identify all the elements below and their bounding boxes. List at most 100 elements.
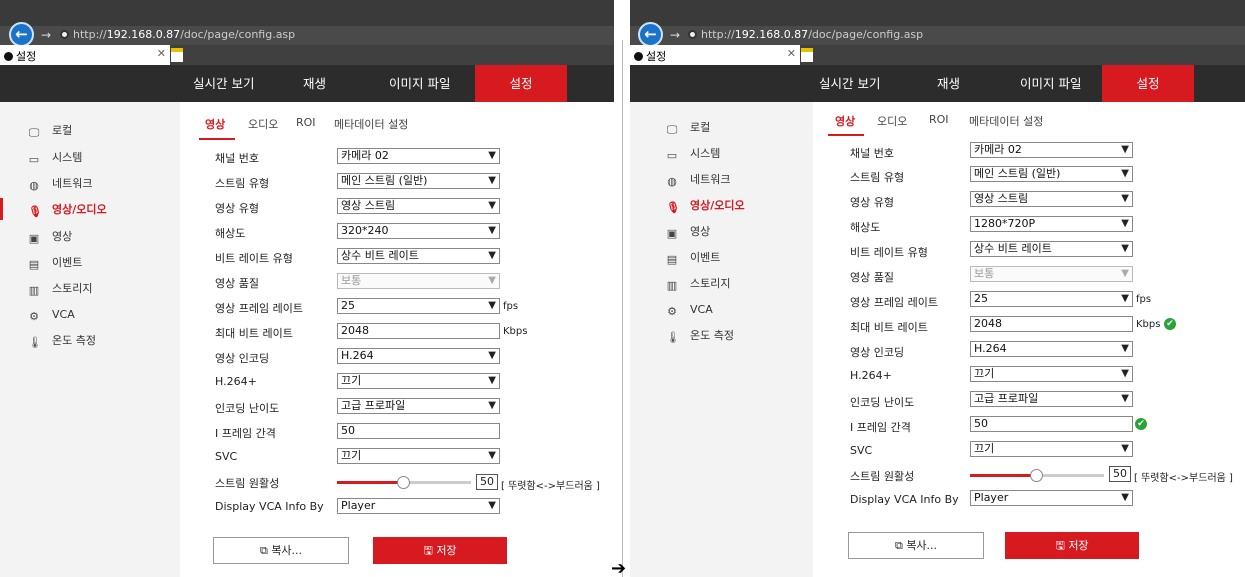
vca-info-select[interactable]: Player ▼ xyxy=(337,498,500,514)
sidebar-item-storage[interactable]: ▥ 스토리지 xyxy=(666,275,731,293)
channel-select[interactable]: 카메라 02 ▼ xyxy=(970,142,1133,158)
url-text[interactable]: http://192.168.0.87/doc/page/config.asp xyxy=(73,28,295,41)
bitrate-type-select[interactable]: 상수 비트 레이트 ▼ xyxy=(337,248,500,264)
screenshot-before: ← → http://192.168.0.87/doc/page/config.… xyxy=(0,0,614,577)
frame-rate-label: 영상 프레임 레이트 xyxy=(215,302,303,315)
main-content: 영상 오디오 ROI 메타데이터 설정 채널 번호 카메라 02 ▼ 스트림 유형… xyxy=(180,102,614,577)
tab-close-icon[interactable]: ✕ xyxy=(157,47,166,60)
channel-select[interactable]: 카메라 02 ▼ xyxy=(337,148,500,164)
active-subtab-underline xyxy=(828,134,864,136)
resolution-select[interactable]: 320*240 ▼ xyxy=(337,223,500,239)
chevron-down-icon: ▼ xyxy=(1121,368,1129,379)
sidebar-item-video-audio[interactable]: 🎙 영상/오디오 xyxy=(666,197,745,215)
tab-metadata[interactable]: 메타데이터 설정 xyxy=(334,116,408,132)
sidebar-item-event[interactable]: ▤ 이벤트 xyxy=(666,249,721,267)
thermometer-icon: 🌡 xyxy=(666,331,680,344)
smoothing-slider-knob[interactable] xyxy=(397,476,410,489)
back-button[interactable]: ← xyxy=(9,22,34,47)
chevron-down-icon: ▼ xyxy=(488,300,496,311)
tab-roi[interactable]: ROI xyxy=(296,116,316,129)
stream-type-select[interactable]: 메인 스트림 (일반) ▼ xyxy=(970,166,1133,182)
nav-picture[interactable]: 이미지 파일 xyxy=(389,65,450,102)
browser-tab[interactable]: 설정 ✕ xyxy=(0,45,170,65)
url-text[interactable]: http://192.168.0.87/doc/page/config.asp xyxy=(701,28,923,41)
forward-button[interactable]: → xyxy=(41,28,51,42)
save-button[interactable]: 🖫 저장 xyxy=(1005,532,1139,559)
tab-roi[interactable]: ROI xyxy=(929,113,949,126)
encoding-label: 영상 인코딩 xyxy=(850,346,905,359)
browser-tab[interactable]: 설정 ✕ xyxy=(630,45,800,65)
nav-live[interactable]: 실시간 보기 xyxy=(819,65,880,102)
sidebar-item-vca[interactable]: ⚙ VCA xyxy=(28,306,75,324)
nav-picture[interactable]: 이미지 파일 xyxy=(1020,65,1081,102)
chevron-down-icon: ▼ xyxy=(1121,144,1129,155)
chevron-down-icon: ▼ xyxy=(488,500,496,511)
profile-select[interactable]: 고급 프로파일 ▼ xyxy=(970,391,1133,407)
sidebar-active-marker xyxy=(0,198,3,220)
sidebar-item-storage[interactable]: ▥ 스토리지 xyxy=(28,280,93,298)
smoothing-slider-knob[interactable] xyxy=(1030,469,1043,482)
smoothing-value[interactable]: 50 xyxy=(476,474,498,490)
profile-select[interactable]: 고급 프로파일 ▼ xyxy=(337,398,500,414)
tab-video[interactable]: 영상 xyxy=(205,116,225,132)
smoothing-value[interactable]: 50 xyxy=(1109,466,1131,482)
nav-live[interactable]: 실시간 보기 xyxy=(193,65,254,102)
vca-info-label: Display VCA Info By xyxy=(850,493,959,506)
image-icon: ▣ xyxy=(28,232,40,245)
copy-button[interactable]: ⧉ 복사... xyxy=(848,532,984,559)
back-button[interactable]: ← xyxy=(638,22,663,47)
sidebar-item-vca[interactable]: ⚙ VCA xyxy=(666,301,713,319)
tab-video[interactable]: 영상 xyxy=(835,113,855,129)
sidebar-item-image[interactable]: ▣ 영상 xyxy=(28,228,72,246)
bitrate-type-select[interactable]: 상수 비트 레이트 ▼ xyxy=(970,241,1133,257)
h264plus-select[interactable]: 끄기 ▼ xyxy=(970,366,1133,382)
smoothing-hint: [ 뚜렷함<->부드러움 ] xyxy=(501,481,600,492)
new-tab-icon[interactable] xyxy=(801,48,813,62)
frame-rate-select[interactable]: 25 ▼ xyxy=(337,298,500,314)
max-bitrate-input[interactable]: 2048 xyxy=(337,323,500,339)
smoothing-slider-fill xyxy=(970,474,1037,477)
i-frame-input[interactable]: 50 xyxy=(337,423,500,439)
new-tab-icon[interactable] xyxy=(171,48,183,62)
encoding-select[interactable]: H.264 ▼ xyxy=(337,348,500,364)
globe-icon: ◍ xyxy=(29,179,39,192)
tab-audio[interactable]: 오디오 xyxy=(877,113,907,129)
svc-select[interactable]: 끄기 ▼ xyxy=(970,441,1133,457)
video-type-select[interactable]: 영상 스트림 ▼ xyxy=(337,198,500,214)
stream-type-select[interactable]: 메인 스트림 (일반) ▼ xyxy=(337,173,500,189)
floppy-disk-icon: 🖫 xyxy=(423,544,437,557)
resolution-select[interactable]: 1280*720P ▼ xyxy=(970,216,1133,232)
max-bitrate-unit: Kbps xyxy=(503,326,528,337)
sidebar-item-video-audio[interactable]: 🎙 영상/오디오 xyxy=(28,201,107,219)
copy-button[interactable]: ⧉ 복사... xyxy=(213,537,349,564)
nav-config[interactable]: 설정 xyxy=(1102,65,1194,102)
save-button[interactable]: 🖫 저장 xyxy=(373,537,507,564)
i-frame-input[interactable]: 50 xyxy=(970,416,1133,432)
sidebar: 🖵 로컬 ▭ 시스템 ◍ 네트워크 🎙 영상/오디오 ▣ 영상 ▤ 이벤트 ▥ 스토리지 ⚙ V… xyxy=(0,102,180,577)
tab-metadata[interactable]: 메타데이터 설정 xyxy=(969,113,1043,129)
sidebar-item-network[interactable]: ◍ 네트워크 xyxy=(28,175,92,193)
sidebar-item-system[interactable]: ▭ 시스템 xyxy=(666,145,721,163)
frame-rate-select[interactable]: 25 ▼ xyxy=(970,291,1133,307)
sidebar-item-event[interactable]: ▤ 이벤트 xyxy=(28,254,83,272)
h264plus-select[interactable]: 끄기 ▼ xyxy=(337,373,500,389)
nav-playback[interactable]: 재생 xyxy=(303,65,326,102)
tab-audio[interactable]: 오디오 xyxy=(248,116,278,132)
max-bitrate-input[interactable]: 2048 xyxy=(970,316,1133,332)
sidebar-item-local[interactable]: 🖵 로컬 xyxy=(28,122,73,140)
forward-button[interactable]: → xyxy=(670,28,680,42)
nav-config[interactable]: 설정 xyxy=(475,65,567,102)
tab-close-icon[interactable]: ✕ xyxy=(787,47,796,60)
sidebar-item-temperature[interactable]: 🌡 온도 측정 xyxy=(28,332,96,350)
nav-playback[interactable]: 재생 xyxy=(937,65,960,102)
vca-info-select[interactable]: Player ▼ xyxy=(970,490,1133,506)
sidebar-item-image[interactable]: ▣ 영상 xyxy=(666,223,710,241)
encoding-select[interactable]: H.264 ▼ xyxy=(970,341,1133,357)
sidebar-item-local[interactable]: 🖵 로컬 xyxy=(666,119,711,137)
svc-select[interactable]: 끄기 ▼ xyxy=(337,448,500,464)
sidebar-item-network[interactable]: ◍ 네트워크 xyxy=(666,171,730,189)
video-type-select[interactable]: 영상 스트림 ▼ xyxy=(970,191,1133,207)
sidebar-item-system[interactable]: ▭ 시스템 xyxy=(28,149,83,167)
chevron-down-icon: ▼ xyxy=(488,375,496,386)
sidebar-item-temperature[interactable]: 🌡 온도 측정 xyxy=(666,327,734,345)
